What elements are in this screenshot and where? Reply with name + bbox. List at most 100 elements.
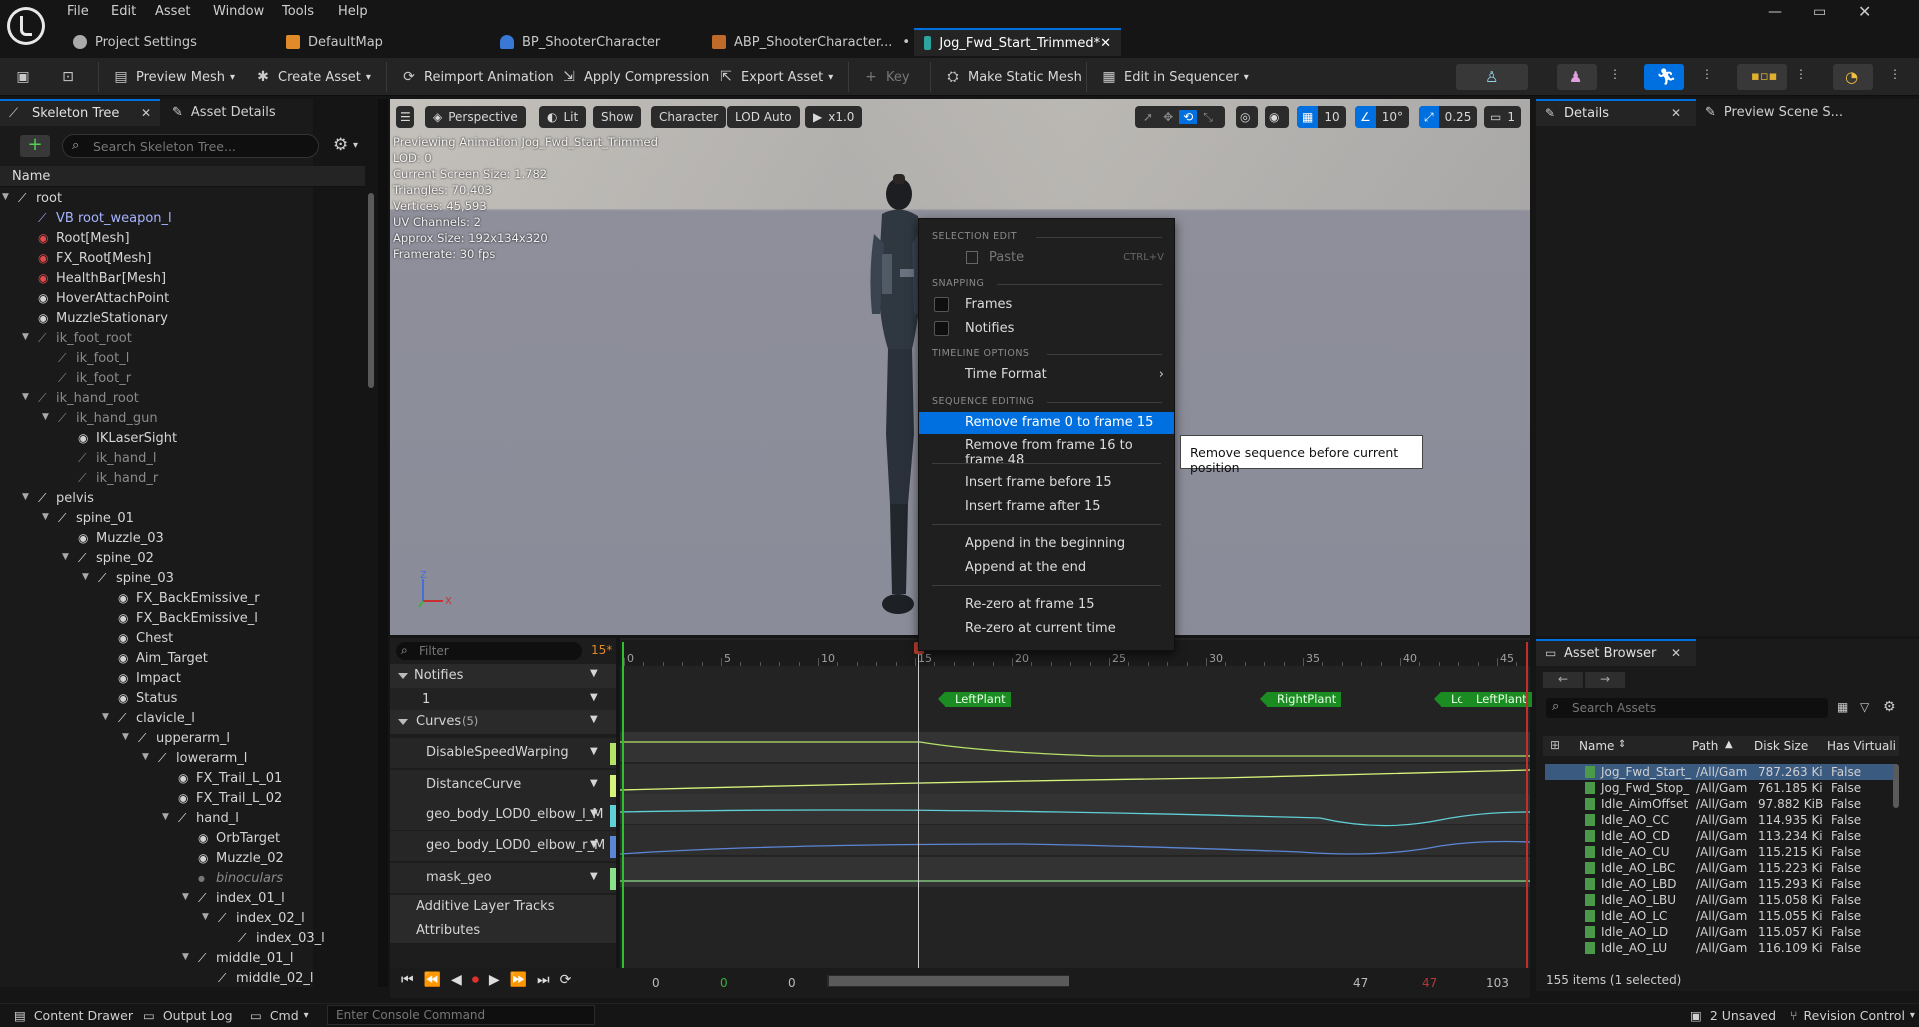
tree-row[interactable]: ▼ ⟋ hand_l <box>0 809 300 829</box>
tree-row[interactable]: ⟋ ik_hand_l <box>0 449 300 469</box>
close-tab-icon[interactable]: ✕ <box>1671 646 1681 660</box>
expand-arrow-icon[interactable]: ▼ <box>42 412 49 422</box>
tab-abp-shooter[interactable]: ABP_ShooterCharacter... • <box>702 28 920 56</box>
curve-track[interactable]: geo_body_LOD0_elbow_l_M ▼ <box>390 800 616 830</box>
scale-snap-button[interactable]: ⤢ 0.25 <box>1419 106 1478 128</box>
edit-in-sequencer-button[interactable]: ▦ Edit in Sequencer ▾ <box>1101 64 1248 90</box>
expand-arrow-icon[interactable]: ▼ <box>162 812 169 822</box>
tab-skeleton-tree[interactable]: ⟋ Skeleton Tree ✕ <box>0 99 160 126</box>
physics-mode-button[interactable]: ◔ <box>1833 64 1873 90</box>
tab-default-map[interactable]: DefaultMap <box>276 28 393 56</box>
scale-icon[interactable]: ⤡ <box>1203 110 1213 125</box>
surface-snap-button[interactable]: ◉ <box>1265 106 1289 128</box>
insert-before-item[interactable]: Insert frame before 15 <box>919 472 1174 494</box>
select-icon[interactable]: ➚ <box>1143 110 1153 124</box>
play-reverse-icon[interactable]: ◀ <box>451 972 462 988</box>
revision-control-button[interactable]: ⑂ Revision Control ▾ <box>1790 1008 1915 1023</box>
asset-row[interactable]: Jog_Fwd_Stop_ /All/Gam 761.185 Ki False <box>1545 780 1897 796</box>
tree-column-header[interactable]: Name <box>0 166 365 187</box>
menu-window[interactable]: Window <box>213 4 264 19</box>
sort-icon[interactable]: ⇕ <box>1618 739 1626 750</box>
tree-row[interactable]: ▼ ⟋ ik_hand_root <box>0 389 300 409</box>
menu-edit[interactable]: Edit <box>111 4 136 19</box>
tree-row[interactable]: ◉ Muzzle_03 <box>0 529 300 549</box>
expand-arrow-icon[interactable]: ▼ <box>42 512 49 522</box>
lit-button[interactable]: ◐ Lit <box>539 106 587 128</box>
sort-up-icon[interactable]: ▲ <box>1725 739 1733 750</box>
unsaved-button[interactable]: ▣ 2 Unsaved <box>1690 1008 1776 1023</box>
rezero-frame-item[interactable]: Re-zero at frame 15 <box>919 594 1174 616</box>
record-icon[interactable]: ⏺ <box>472 972 479 988</box>
viewport-menu-button[interactable]: ☰ <box>396 106 414 128</box>
tab-asset-browser[interactable]: ▭ Asset Browser ✕ <box>1536 639 1696 666</box>
expand-arrow-icon[interactable]: ▼ <box>62 552 69 562</box>
reimport-button[interactable]: ⟳ Reimport Animation <box>401 64 554 90</box>
cmd-dropdown[interactable]: ▭ Cmd ▾ <box>250 1008 309 1023</box>
tree-row[interactable]: ▼ ⟋ pelvis <box>0 489 300 509</box>
curve-track[interactable]: mask_geo ▼ <box>390 863 616 893</box>
anim-options-icon[interactable]: ⋮ <box>1701 67 1713 81</box>
preview-mesh-button[interactable]: ▤ Preview Mesh ▾ <box>113 64 235 90</box>
notify-track-row[interactable]: 1 ▼ <box>390 688 616 710</box>
key-button[interactable]: + Key <box>863 64 909 90</box>
tree-row[interactable]: ⟋ ik_foot_l <box>0 349 300 369</box>
asset-row[interactable]: Idle_AO_LBU/All/Gam 115.058 Ki False <box>1545 892 1897 908</box>
timeline-scroll-track[interactable] <box>827 975 1069 987</box>
timeline-scroll-thumb[interactable] <box>829 976 1069 986</box>
col-path[interactable]: Path <box>1692 739 1718 753</box>
paste-item[interactable]: Paste CTRL+V <box>919 247 1174 269</box>
notifies-track[interactable]: Notifies ▼ <box>390 664 616 688</box>
notify-event[interactable]: LeftPlant <box>945 692 1011 707</box>
expand-arrow-icon[interactable]: ▼ <box>202 912 209 922</box>
tree-row[interactable]: ◉ HealthBar [Mesh] <box>0 269 300 289</box>
loop-icon[interactable]: ⟳ <box>560 972 572 988</box>
tree-row[interactable]: ◉ FX_Trail_L_02 <box>0 789 300 809</box>
tree-row[interactable]: ▼ ⟋ spine_03 <box>0 569 300 589</box>
tree-row[interactable]: ▼ ⟋ index_02_l <box>0 909 305 929</box>
snap-notifies-item[interactable]: Notifies <box>919 318 1174 340</box>
range-start-field[interactable]: 0 <box>652 976 660 990</box>
asset-row[interactable]: Jog_Fwd_Start_ /All/Gam 787.263 Ki False <box>1545 764 1897 780</box>
asset-row[interactable]: Idle_AO_CC/All/Gam 114.935 Ki False <box>1545 812 1897 828</box>
menu-asset[interactable]: Asset <box>155 4 191 19</box>
menu-help[interactable]: Help <box>338 4 368 19</box>
tree-row[interactable]: ◉ FX_BackEmissive_r <box>0 589 300 609</box>
asset-row[interactable]: Idle_AO_LBD/All/Gam 115.293 Ki False <box>1545 876 1897 892</box>
mesh-options-icon[interactable]: ⋮ <box>1609 67 1621 81</box>
range-start-marker[interactable] <box>622 642 624 968</box>
insert-after-item[interactable]: Insert frame after 15 <box>919 496 1174 518</box>
asset-row[interactable]: Idle_AO_CU/All/Gam 115.215 Ki False <box>1545 844 1897 860</box>
close-tab-icon[interactable]: ✕ <box>141 106 151 120</box>
tree-row[interactable]: ◉ Chest <box>0 629 300 649</box>
expand-arrow-icon[interactable]: ▼ <box>182 892 189 902</box>
notify-event[interactable]: RightPlant <box>1267 692 1342 707</box>
tree-row[interactable]: ▼ ⟋ index_01_l <box>0 889 300 909</box>
expand-arrow-icon[interactable]: ▼ <box>82 572 89 582</box>
character-button[interactable]: Character <box>651 106 727 128</box>
tab-jog-fwd[interactable]: Jog_Fwd_Start_Trimmed* ✕ <box>914 28 1121 56</box>
save-icon[interactable]: ▣ <box>15 64 38 90</box>
grid-snap-button[interactable]: ▦ 10 <box>1297 106 1346 128</box>
tree-row[interactable]: ▼ ⟋ ik_foot_root <box>0 329 300 349</box>
play-range-end-field[interactable]: 47 <box>1422 976 1437 990</box>
tree-row[interactable]: ⟋ index_03_l <box>0 929 325 949</box>
create-asset-button[interactable]: ✱ Create Asset ▾ <box>255 64 371 90</box>
tab-asset-details[interactable]: ✎ Asset Details <box>172 99 276 125</box>
chevron-down-icon[interactable]: ▼ <box>590 714 598 725</box>
tree-row[interactable]: ◉ Root [Mesh] <box>0 229 300 249</box>
tree-row[interactable]: ▼ ⟋ spine_01 <box>0 509 300 529</box>
gear-icon[interactable]: ⚙︎ <box>333 135 348 155</box>
forward-arrow-icon[interactable]: → <box>1585 672 1625 688</box>
tab-preview-scene[interactable]: ✎ Preview Scene S... <box>1705 99 1843 125</box>
close-tab-icon[interactable]: ✕ <box>1100 36 1111 51</box>
range-end-marker[interactable] <box>1526 642 1528 968</box>
step-back-icon[interactable]: ⏪ <box>424 972 441 988</box>
playhead-line[interactable] <box>918 642 919 968</box>
expand-arrow-icon[interactable]: ▼ <box>22 332 29 342</box>
camera-speed-button[interactable]: ▭ 1 <box>1484 106 1521 128</box>
expand-arrow-icon[interactable]: ▼ <box>142 752 149 762</box>
output-log-button[interactable]: ▭ Output Log <box>143 1008 233 1023</box>
chevron-down-icon[interactable]: ▼ <box>590 746 598 757</box>
curves-graph[interactable] <box>620 732 1530 898</box>
total-frames-field[interactable]: 103 <box>1486 976 1509 990</box>
